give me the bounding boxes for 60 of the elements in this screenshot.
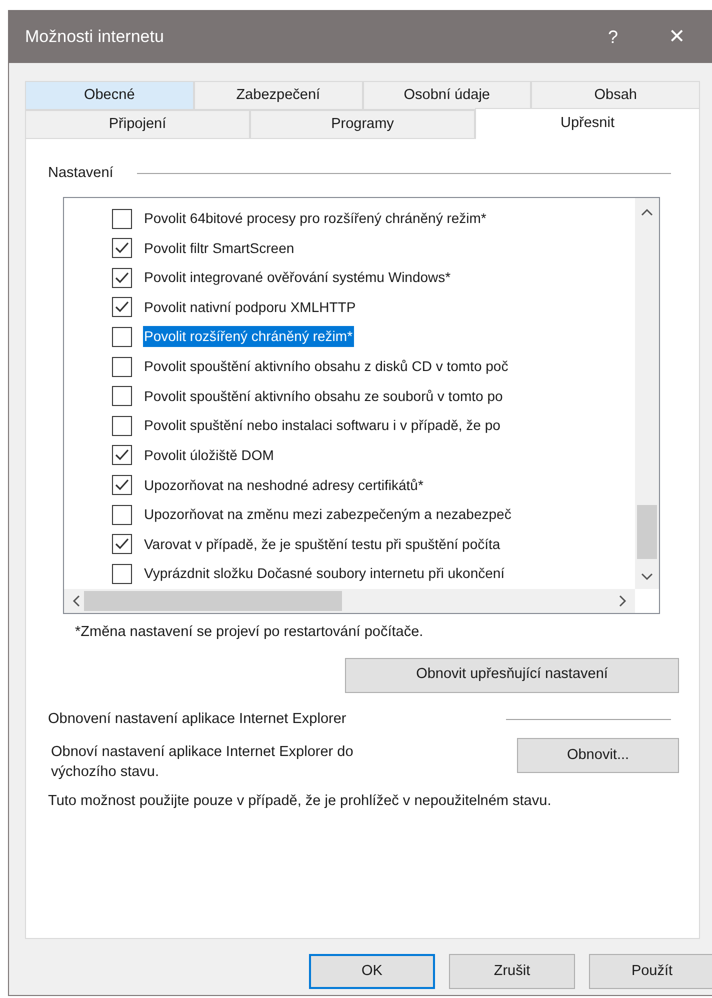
check-icon (114, 537, 130, 552)
setting-label[interactable]: Povolit 64bitové procesy pro rozšířený chráněný režim* (143, 208, 488, 230)
checkbox[interactable] (112, 564, 132, 584)
checkbox[interactable] (112, 504, 132, 525)
checkbox[interactable] (112, 208, 132, 229)
check-icon (114, 478, 130, 492)
scroll-left-icon[interactable] (72, 594, 80, 607)
dialog-button[interactable]: Zrušit (449, 954, 575, 989)
scroll-thumb[interactable] (84, 590, 342, 611)
setting-label[interactable]: Vyprázdnit složku Dočasné soubory internetu při ukončení (143, 563, 506, 584)
tab[interactable]: Připojení (25, 110, 250, 139)
setting-label[interactable]: Povolit nativní podporu XMLHTTP (143, 296, 357, 318)
scroll-down-icon[interactable] (641, 572, 653, 581)
checkbox[interactable] (112, 416, 132, 436)
check-icon (114, 448, 130, 462)
checkbox[interactable] (112, 297, 132, 318)
setting-label[interactable]: Povolit spouštění aktivního obsahu z disků CD v tomto poč (143, 356, 510, 378)
scroll-thumb[interactable] (637, 504, 657, 559)
setting-label[interactable]: Povolit úložiště DOM (143, 444, 275, 466)
tab[interactable]: Zabezpečení (194, 81, 362, 110)
checkbox[interactable] (112, 326, 132, 347)
help-button[interactable]: ? (593, 24, 633, 50)
checkbox[interactable] (112, 238, 132, 258)
checkbox[interactable] (112, 386, 132, 406)
tab[interactable]: Programy (250, 110, 475, 139)
footnote: *Změna nastavení se projeví po restartování počítače. (75, 622, 424, 642)
setting-label[interactable]: Povolit integrované ověřování systému Windows* (143, 267, 452, 288)
checkbox[interactable] (112, 268, 132, 288)
checkbox[interactable] (112, 475, 132, 496)
tab[interactable]: Obsah (531, 81, 700, 110)
vertical-scrollbar[interactable] (635, 198, 659, 589)
tab[interactable]: Obecné (25, 81, 194, 110)
setting-label[interactable]: Upozorňovat na změnu mezi zabezpečeným a nezabezpeč (143, 504, 512, 526)
check-icon (114, 300, 130, 314)
scroll-up-icon[interactable] (641, 208, 653, 216)
checkbox[interactable] (112, 534, 132, 554)
horizontal-scrollbar[interactable] (64, 588, 635, 613)
setting-label[interactable]: Povolit spuštění nebo instalaci softwaru i v případě, že po (143, 415, 502, 436)
reset-advanced-button[interactable]: Obnovit upřesňující nastavení (345, 658, 679, 692)
scroll-right-icon[interactable] (619, 594, 627, 607)
window-title: Možnosti internetu (25, 26, 165, 48)
group-title: Obnovení nastavení aplikace Internet Explorer (48, 710, 346, 728)
setting-label[interactable]: Povolit spouštění aktivního obsahu ze souborů v tomto po (143, 386, 504, 407)
setting-label[interactable]: Povolit rozšířený chráněný režim* (143, 326, 354, 348)
group-title: Nastavení (48, 164, 114, 183)
setting-label[interactable]: Upozorňovat na neshodné adresy certifikátů* (143, 474, 424, 496)
tab[interactable]: Upřesnit (475, 108, 700, 139)
checkbox[interactable] (112, 356, 132, 377)
dialog-button[interactable]: Použít (589, 954, 712, 989)
setting-label[interactable]: Varovat v případě, že je spuštění testu při spuštění počíta (143, 534, 502, 555)
tab[interactable]: Osobní údaje (362, 81, 532, 110)
check-icon (114, 241, 130, 256)
setting-label[interactable]: Povolit filtr SmartScreen (143, 238, 296, 259)
reset-description: Obnoví nastavení aplikace Internet Explorer do výchozího stavu. (51, 743, 354, 782)
checkbox[interactable] (112, 445, 132, 466)
check-icon (114, 270, 130, 285)
reset-button[interactable]: Obnovit... (517, 738, 679, 774)
close-button[interactable]: ✕ (657, 22, 697, 52)
reset-note: Tuto možnost použijte pouze v případě, že je prohlížeč v nepoužitelném stavu. (48, 792, 552, 812)
dialog-button[interactable]: OK (309, 954, 435, 989)
